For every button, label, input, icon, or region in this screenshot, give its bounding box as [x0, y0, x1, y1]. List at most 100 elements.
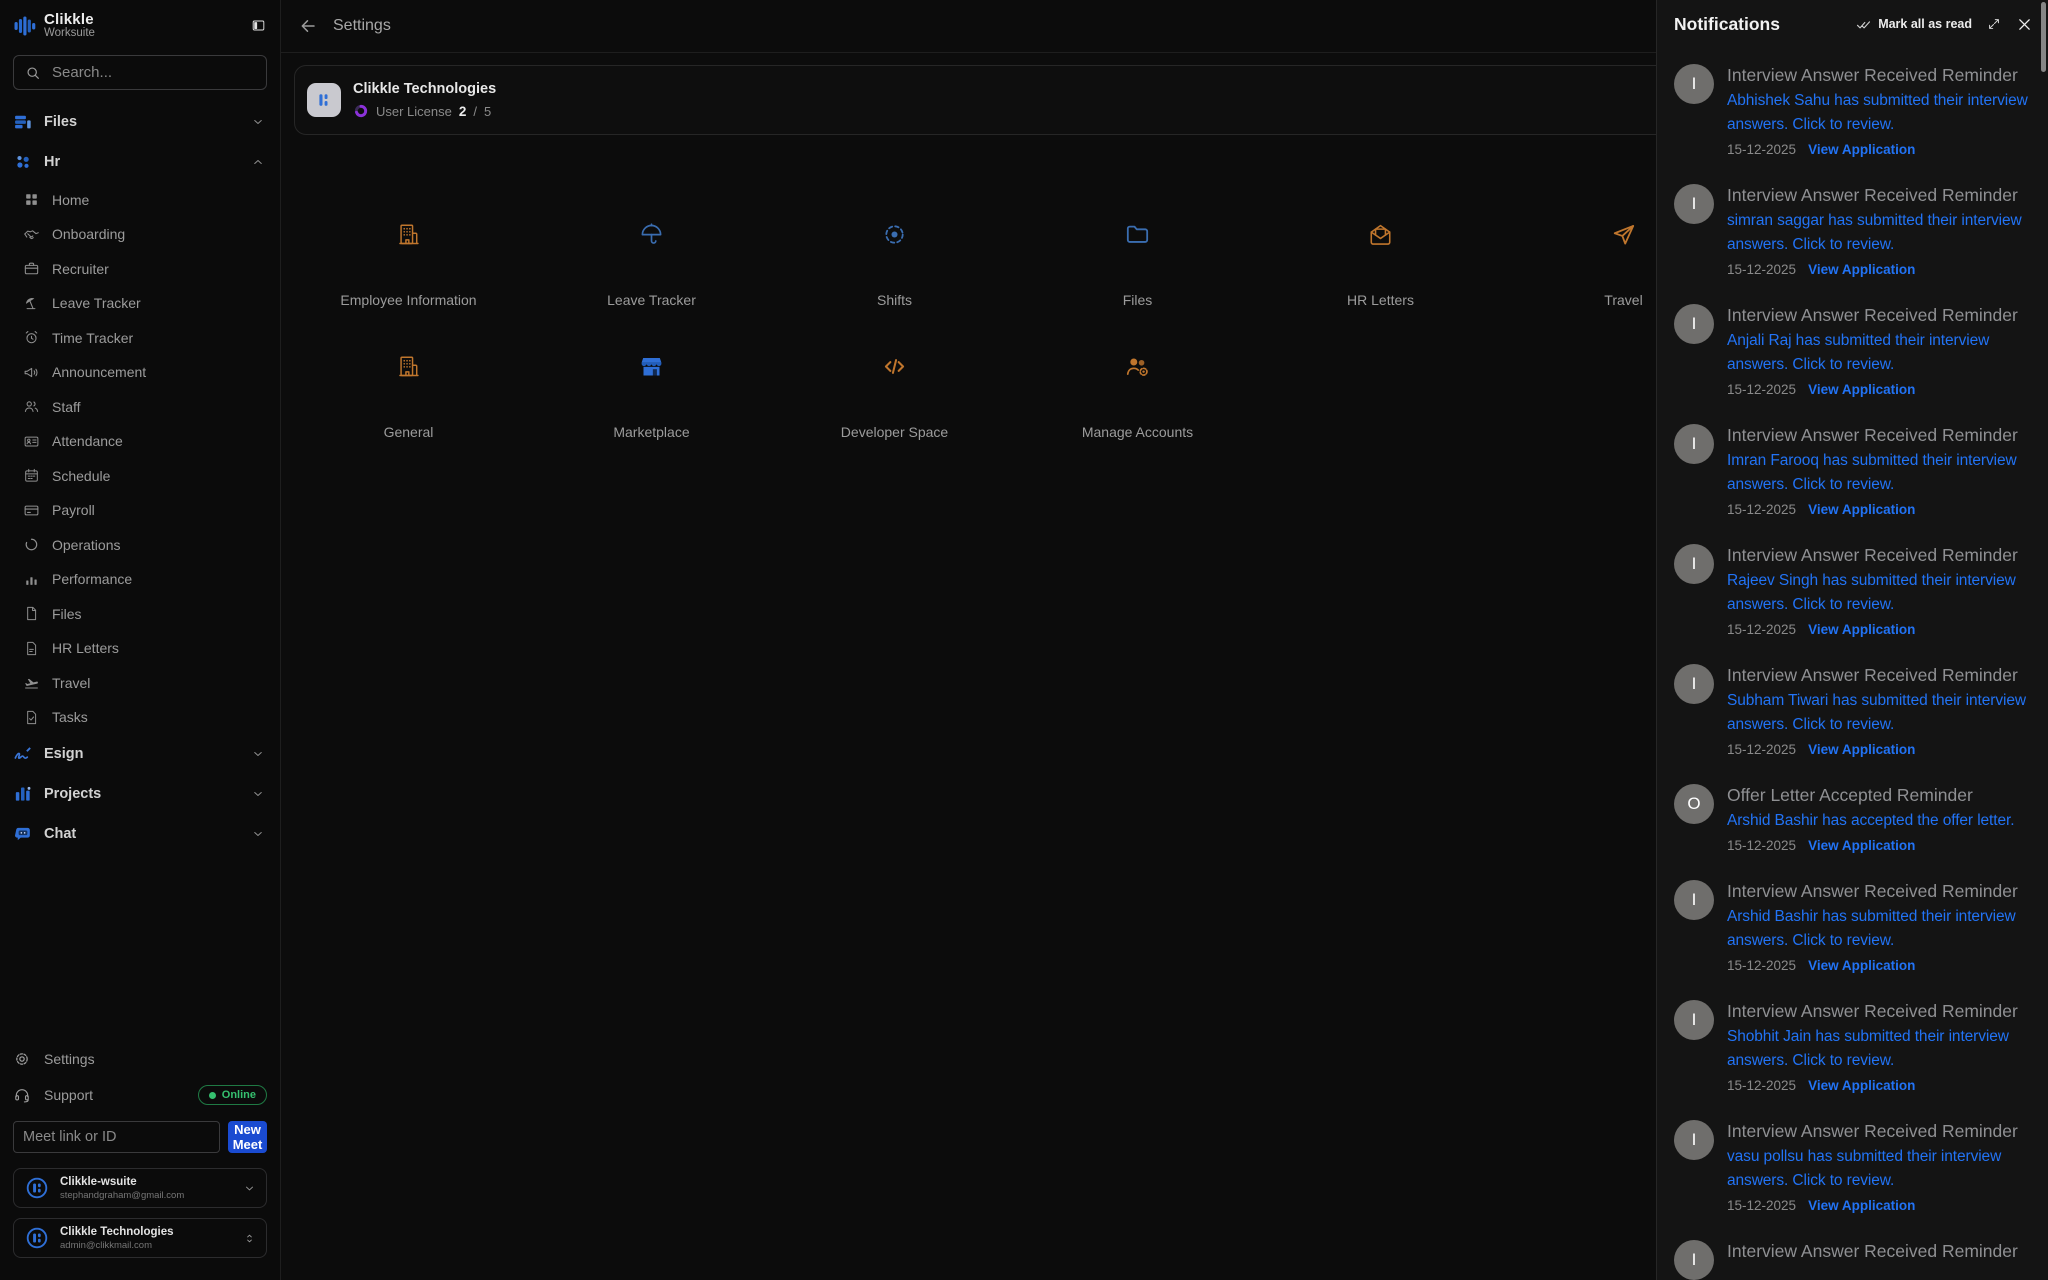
avatar: I: [1674, 1120, 1714, 1160]
notifications-title: Notifications: [1674, 14, 1780, 35]
sidebar-item-travel[interactable]: Travel: [0, 665, 280, 700]
mark-all-as-read-button[interactable]: Mark all as read: [1856, 17, 1972, 32]
sidebar-item-projects[interactable]: Projects: [0, 774, 280, 814]
notification-message[interactable]: vasu pollsu has submitted their intervie…: [1727, 1145, 2032, 1193]
app-tile-shifts[interactable]: Shifts: [773, 221, 1016, 308]
sidebar-item-payroll[interactable]: Payroll: [0, 493, 280, 528]
view-application-link[interactable]: View Application: [1808, 382, 1915, 397]
view-application-link[interactable]: View Application: [1808, 142, 1915, 157]
account-email: admin@clikkmail.com: [60, 1240, 174, 1251]
notification-message[interactable]: Shobhit Jain has submitted their intervi…: [1727, 1025, 2032, 1073]
id-card-icon: [23, 433, 40, 450]
avatar: O: [1674, 784, 1714, 824]
notification-message[interactable]: Abhishek Sahu has submitted their interv…: [1727, 89, 2032, 137]
app-tile-manage-accounts[interactable]: Manage Accounts: [1016, 353, 1259, 440]
app-tile-marketplace[interactable]: Marketplace: [530, 353, 773, 440]
notification-item[interactable]: I Interview Answer Received Reminder vas…: [1674, 1120, 2040, 1213]
alarm-clock-icon: [23, 329, 40, 346]
view-application-link[interactable]: View Application: [1808, 838, 1915, 853]
sidebar-item-time-tracker[interactable]: Time Tracker: [0, 320, 280, 355]
view-application-link[interactable]: View Application: [1808, 262, 1915, 277]
unfold-icon[interactable]: [243, 1232, 256, 1245]
app-tile-developer-space[interactable]: Developer Space: [773, 353, 1016, 440]
notification-date: 15-12-2025: [1727, 1078, 1796, 1093]
view-application-link[interactable]: View Application: [1808, 958, 1915, 973]
app-tile-hr-letters[interactable]: HR Letters: [1259, 221, 1502, 308]
notification-item[interactable]: I Interview Answer Received Reminder Anj…: [1674, 304, 2040, 397]
beach-umbrella-icon: [23, 295, 40, 312]
license-used: 2: [459, 104, 467, 119]
sidebar-item-home[interactable]: Home: [0, 182, 280, 217]
back-arrow-icon[interactable]: [298, 16, 318, 36]
notification-message[interactable]: Rajeev Singh has submitted their intervi…: [1727, 569, 2032, 617]
notification-item[interactable]: I Interview Answer Received Reminder Imr…: [1674, 424, 2040, 517]
brand-block: Clikkle Worksuite: [44, 12, 95, 39]
notification-title: Offer Letter Accepted Reminder: [1727, 784, 2014, 807]
building-icon: [395, 221, 422, 248]
app-root: Clikkle Worksuite Files Hr Home Onboardi…: [0, 0, 2048, 1280]
notification-item[interactable]: I Interview Answer Received Reminder Raj…: [1674, 544, 2040, 637]
sidebar-item-hr-letters[interactable]: HR Letters: [0, 631, 280, 666]
account-switcher-clikkle-wsuite[interactable]: Clikkle-wsuite stephandgraham@gmail.com: [13, 1168, 267, 1208]
notification-message[interactable]: Arshid Bashir has accepted the offer let…: [1727, 809, 2014, 833]
sidebar-item-support[interactable]: Support Online: [13, 1077, 267, 1113]
sidebar-item-files[interactable]: Files: [0, 596, 280, 631]
view-application-link[interactable]: View Application: [1808, 502, 1915, 517]
notification-title: Interview Answer Received Reminder: [1727, 1240, 2018, 1263]
notification-message[interactable]: Imran Farooq has submitted their intervi…: [1727, 449, 2032, 497]
sidebar-item-files[interactable]: Files: [0, 102, 280, 142]
view-application-link[interactable]: View Application: [1808, 1198, 1915, 1213]
notification-item[interactable]: I Interview Answer Received Reminder Sho…: [1674, 1000, 2040, 1093]
sidebar-item-esign[interactable]: Esign: [0, 734, 280, 774]
sidebar-item-tasks[interactable]: Tasks: [0, 700, 280, 735]
sidebar-item-staff[interactable]: Staff: [0, 389, 280, 424]
notification-message[interactable]: Arshid Bashir has submitted their interv…: [1727, 905, 2032, 953]
notification-item[interactable]: O Offer Letter Accepted Reminder Arshid …: [1674, 784, 2040, 853]
view-application-link[interactable]: View Application: [1808, 1078, 1915, 1093]
sidebar-collapse-icon[interactable]: [251, 18, 266, 33]
app-tile-employee-information[interactable]: Employee Information: [287, 221, 530, 308]
sidebar-item-leave-tracker[interactable]: Leave Tracker: [0, 286, 280, 321]
double-check-icon: [1856, 17, 1871, 32]
close-icon[interactable]: [2016, 16, 2033, 33]
new-meet-button[interactable]: New Meet: [228, 1121, 267, 1153]
account-info: Clikkle Technologies admin@clikkmail.com: [60, 1226, 174, 1251]
chev-down-icon[interactable]: [243, 1182, 256, 1195]
expand-icon[interactable]: [1987, 17, 2001, 31]
scrollbar-thumb[interactable]: [2041, 2, 2046, 72]
view-application-link[interactable]: View Application: [1808, 742, 1915, 757]
sidebar-item-settings[interactable]: Settings: [13, 1041, 267, 1077]
view-application-link[interactable]: View Application: [1808, 622, 1915, 637]
people-icon: [23, 398, 40, 415]
search-input[interactable]: [52, 64, 255, 81]
sidebar-item-operations[interactable]: Operations: [0, 527, 280, 562]
meet-row: New Meet: [13, 1121, 267, 1153]
building-icon: [395, 353, 422, 380]
search-box[interactable]: [13, 55, 267, 90]
sidebar-item-chat[interactable]: Chat: [0, 814, 280, 854]
notification-message[interactable]: Anjali Raj has submitted their interview…: [1727, 329, 2032, 377]
notification-item[interactable]: I Interview Answer Received Reminder Sub…: [1674, 664, 2040, 757]
sidebar-item-attendance[interactable]: Attendance: [0, 424, 280, 459]
notification-item[interactable]: I Interview Answer Received Reminder sim…: [1674, 184, 2040, 277]
notification-title: Interview Answer Received Reminder: [1727, 880, 2032, 903]
account-switcher-clikkle-technologies[interactable]: Clikkle Technologies admin@clikkmail.com: [13, 1218, 267, 1258]
notification-item[interactable]: I Interview Answer Received Reminder Abh…: [1674, 64, 2040, 157]
app-tile-leave-tracker[interactable]: Leave Tracker: [530, 221, 773, 308]
notification-message[interactable]: Subham Tiwari has submitted their interv…: [1727, 689, 2032, 737]
sidebar-item-recruiter[interactable]: Recruiter: [0, 251, 280, 286]
avatar: I: [1674, 664, 1714, 704]
sidebar-item-schedule[interactable]: Schedule: [0, 458, 280, 493]
sidebar-item-performance[interactable]: Performance: [0, 562, 280, 597]
notification-item[interactable]: I Interview Answer Received Reminder: [1674, 1240, 2040, 1280]
esign-icon: [13, 744, 33, 764]
app-tile-general[interactable]: General: [287, 353, 530, 440]
sidebar-item-onboarding[interactable]: Onboarding: [0, 217, 280, 252]
notification-message[interactable]: simran saggar has submitted their interv…: [1727, 209, 2032, 257]
sidebar-item-announcement[interactable]: Announcement: [0, 355, 280, 390]
notification-meta: 15-12-2025 View Application: [1727, 742, 2032, 757]
sidebar-item-hr[interactable]: Hr: [0, 142, 280, 182]
meet-link-input[interactable]: [13, 1121, 220, 1153]
app-tile-files[interactable]: Files: [1016, 221, 1259, 308]
notification-item[interactable]: I Interview Answer Received Reminder Ars…: [1674, 880, 2040, 973]
